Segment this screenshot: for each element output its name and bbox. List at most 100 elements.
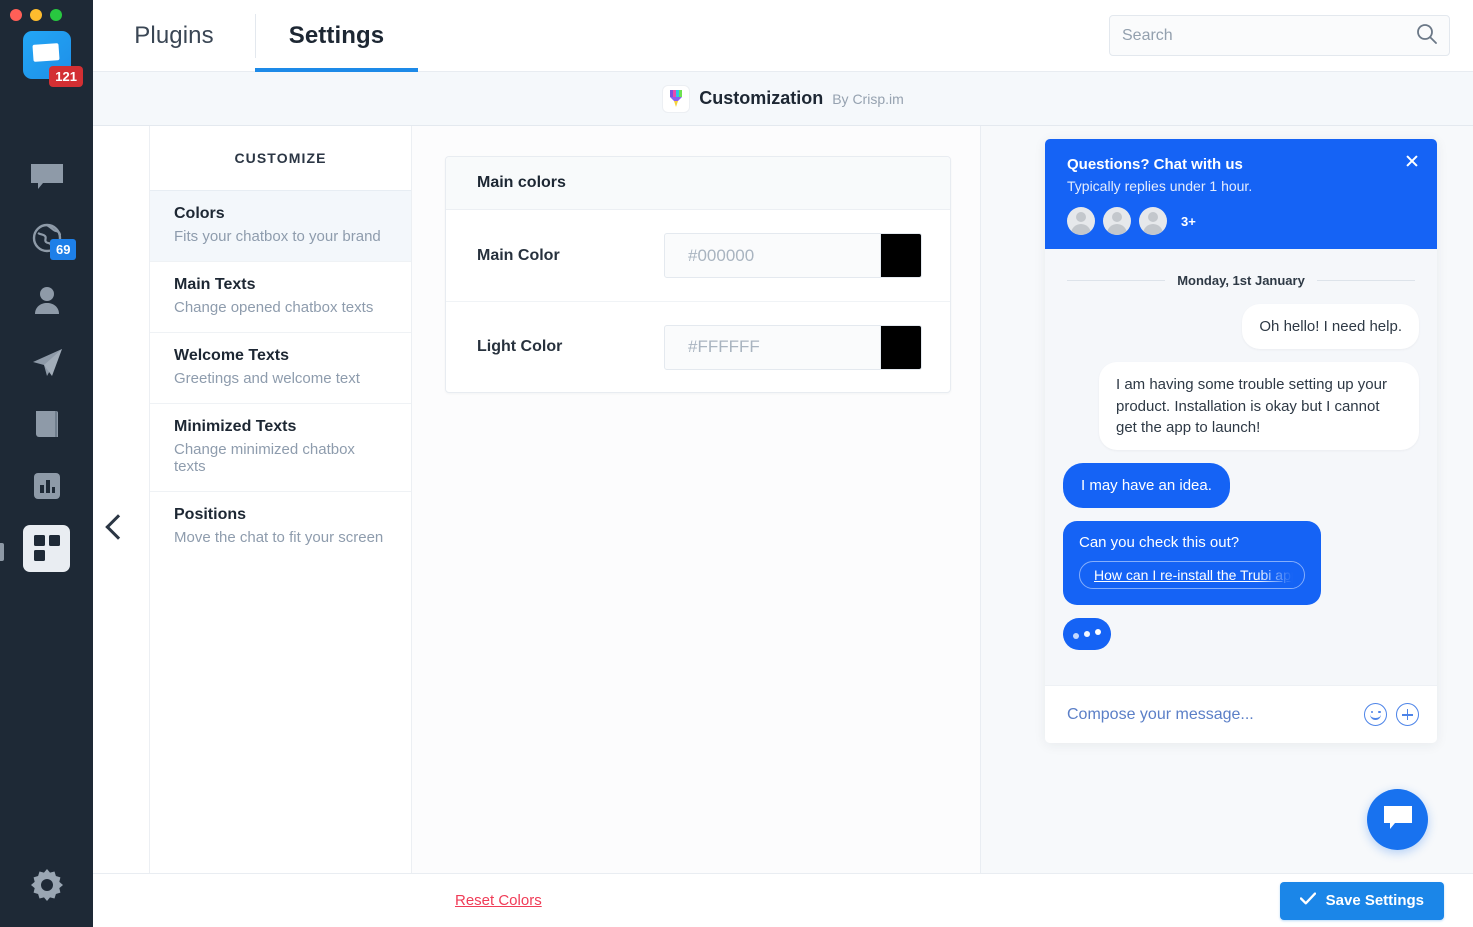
message-row: Oh hello! I need help. (1063, 304, 1419, 350)
chat-fab-button[interactable] (1367, 789, 1428, 850)
day-separator-label: Monday, 1st January (1177, 273, 1305, 288)
sidebar-item-campaigns[interactable] (0, 331, 93, 393)
customize-item-main-texts[interactable]: Main Texts Change opened chatbox texts (150, 261, 411, 332)
sidebar-item-conversations[interactable] (0, 145, 93, 207)
message-row (1063, 618, 1419, 651)
check-icon (1299, 892, 1316, 909)
chatbox-widget: Questions? Chat with us Typically replie… (1045, 139, 1437, 744)
chatbox-preview: Questions? Chat with us Typically replie… (981, 126, 1473, 927)
customize-item-title: Main Texts (174, 276, 256, 293)
avatar (1139, 207, 1167, 235)
helpdesk-link-label: How can I re-install the Trubi app (1094, 567, 1299, 584)
customize-item-title: Minimized Texts (174, 418, 297, 435)
settings-content: Main colors Main Color #000000 Light Col… (412, 126, 981, 927)
message-row: I may have an idea. (1063, 463, 1419, 509)
visitors-badge: 69 (50, 239, 77, 260)
paper-plane-icon (31, 347, 63, 377)
app-logo[interactable]: 121 (23, 31, 83, 87)
sidebar-item-contacts[interactable] (0, 269, 93, 331)
light-color-swatch[interactable] (881, 324, 922, 370)
light-color-label: Light Color (477, 338, 563, 355)
chatbox-header: Questions? Chat with us Typically replie… (1045, 139, 1437, 249)
close-icon[interactable] (1405, 154, 1419, 168)
window-traffic-lights (10, 9, 62, 21)
typing-indicator (1063, 618, 1111, 651)
footer-bar: Reset Colors Save Settings (93, 873, 1473, 927)
tab-plugins[interactable]: Plugins (93, 0, 255, 72)
main-colors-card-title: Main colors (446, 157, 950, 210)
smiley-icon[interactable] (1364, 703, 1387, 727)
page-title: Customization (699, 88, 824, 108)
customize-item-title: Positions (174, 506, 247, 523)
chat-bubble-icon (30, 162, 64, 190)
reset-colors-link[interactable]: Reset Colors (455, 892, 542, 909)
book-icon (34, 409, 60, 439)
avatar (1103, 207, 1131, 235)
main-colors-card: Main colors Main Color #000000 Light Col… (445, 156, 951, 393)
customize-item-minimized-texts[interactable]: Minimized Texts Change minimized chatbox… (150, 403, 411, 491)
customize-item-subtitle: Move the chat to fit your screen (174, 529, 384, 546)
light-color-row: Light Color #FFFFFF (446, 301, 950, 392)
search-icon[interactable] (1416, 23, 1437, 49)
customize-heading: CUSTOMIZE (234, 150, 327, 166)
collapse-panel (93, 126, 150, 927)
agent-link-card-text: Can you check this out? (1079, 534, 1240, 552)
main-color-swatch[interactable] (881, 233, 922, 278)
bar-chart-icon (33, 472, 61, 500)
plus-icon[interactable] (1396, 703, 1419, 727)
main-color-input[interactable]: #000000 (664, 233, 881, 278)
main-area: Plugins Settings Search Customization By… (93, 0, 1473, 927)
main-color-label: Main Color (477, 246, 560, 264)
separator-line (1316, 280, 1416, 281)
visitor-message: I am having some trouble setting up your… (1099, 362, 1419, 451)
rail-nav: 69 (0, 145, 93, 579)
helpdesk-link-button[interactable]: How can I re-install the Trubi app (1079, 561, 1305, 590)
plugin-author: By Crisp.im (832, 90, 904, 107)
save-settings-button[interactable]: Save Settings (1279, 881, 1444, 920)
rail-active-indicator (0, 543, 4, 561)
gear-icon (30, 868, 64, 907)
chatbox-header-title: Questions? Chat with us (1067, 156, 1243, 173)
left-rail: 121 69 (0, 0, 93, 927)
app-logo-bubble-icon (32, 43, 60, 62)
tab-settings[interactable]: Settings (255, 0, 418, 72)
operator-avatars: 3+ (1067, 207, 1417, 235)
light-color-input[interactable]: #FFFFFF (664, 324, 881, 370)
search-input[interactable]: Search (1109, 15, 1450, 56)
footer-left-spacer (93, 874, 412, 927)
day-separator: Monday, 1st January (1067, 273, 1416, 288)
customize-item-positions[interactable]: Positions Move the chat to fit your scre… (150, 491, 411, 562)
avatar (1067, 207, 1095, 235)
minimize-window-button[interactable] (30, 9, 42, 21)
sidebar-item-plugins[interactable] (0, 517, 93, 579)
zoom-window-button[interactable] (50, 9, 62, 21)
customize-item-title: Welcome Texts (174, 347, 290, 364)
body-split: CUSTOMIZE Colors Fits your chatbox to yo… (93, 126, 1473, 927)
save-settings-label: Save Settings (1325, 892, 1424, 909)
plugins-grid-icon (23, 524, 70, 572)
avatar-more-count: 3+ (1181, 213, 1196, 229)
customize-item-welcome-texts[interactable]: Welcome Texts Greetings and welcome text (150, 332, 411, 403)
agent-message: I may have an idea. (1063, 463, 1230, 509)
chevron-left-icon[interactable] (105, 514, 131, 540)
customize-item-subtitle: Greetings and welcome text (174, 370, 360, 387)
chatbox-header-subtitle: Typically replies under 1 hour. (1067, 178, 1253, 194)
customize-item-colors[interactable]: Colors Fits your chatbox to your brand (150, 190, 411, 261)
separator-line (1067, 280, 1166, 281)
sidebar-item-analytics[interactable] (0, 455, 93, 517)
compose-bar[interactable]: Compose your message... (1045, 685, 1437, 744)
app-logo-badge: 121 (49, 66, 83, 87)
sidebar-item-settings[interactable] (0, 868, 93, 907)
sidebar-item-visitors[interactable]: 69 (0, 207, 93, 269)
compose-input-placeholder: Compose your message... (1067, 705, 1254, 723)
footer-actions-left: Reset Colors (412, 892, 981, 909)
customize-item-subtitle: Fits your chatbox to your brand (174, 228, 381, 245)
visitor-message: Oh hello! I need help. (1242, 304, 1419, 350)
agent-link-card: Can you check this out? How can I re-ins… (1063, 521, 1321, 606)
top-bar: Plugins Settings Search (93, 0, 1473, 72)
main-color-row: Main Color #000000 (446, 210, 950, 301)
close-window-button[interactable] (10, 9, 22, 21)
sidebar-item-helpdesk[interactable] (0, 393, 93, 455)
person-icon (34, 286, 60, 314)
customize-item-title: Colors (174, 205, 225, 222)
